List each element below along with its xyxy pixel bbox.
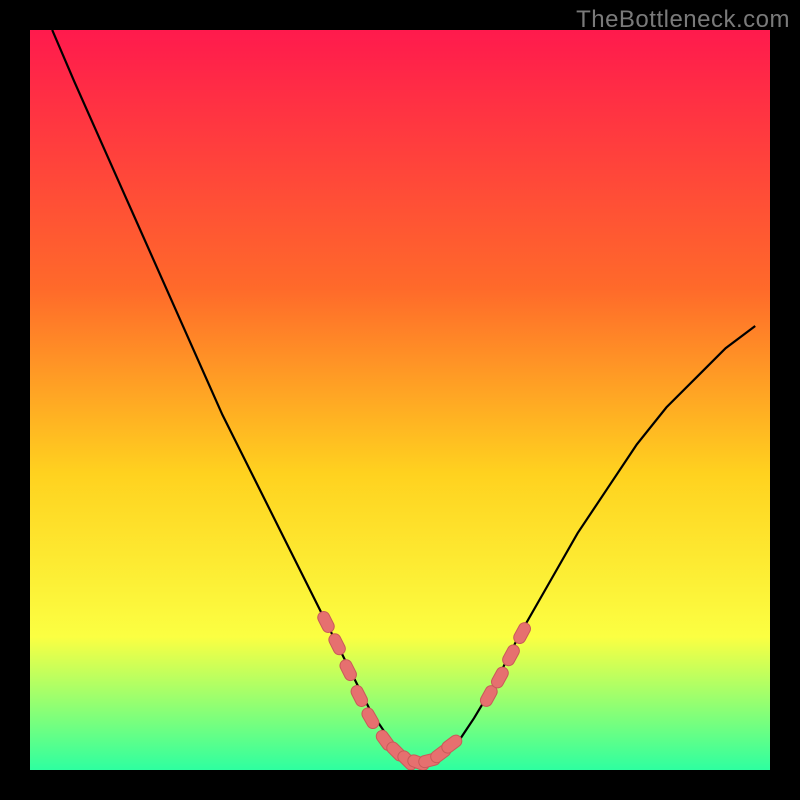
chart-frame [30,30,770,770]
chart-svg [30,30,770,770]
chart-plot-area [30,30,770,770]
watermark-text: TheBottleneck.com [576,6,790,34]
gradient-background [30,30,770,770]
